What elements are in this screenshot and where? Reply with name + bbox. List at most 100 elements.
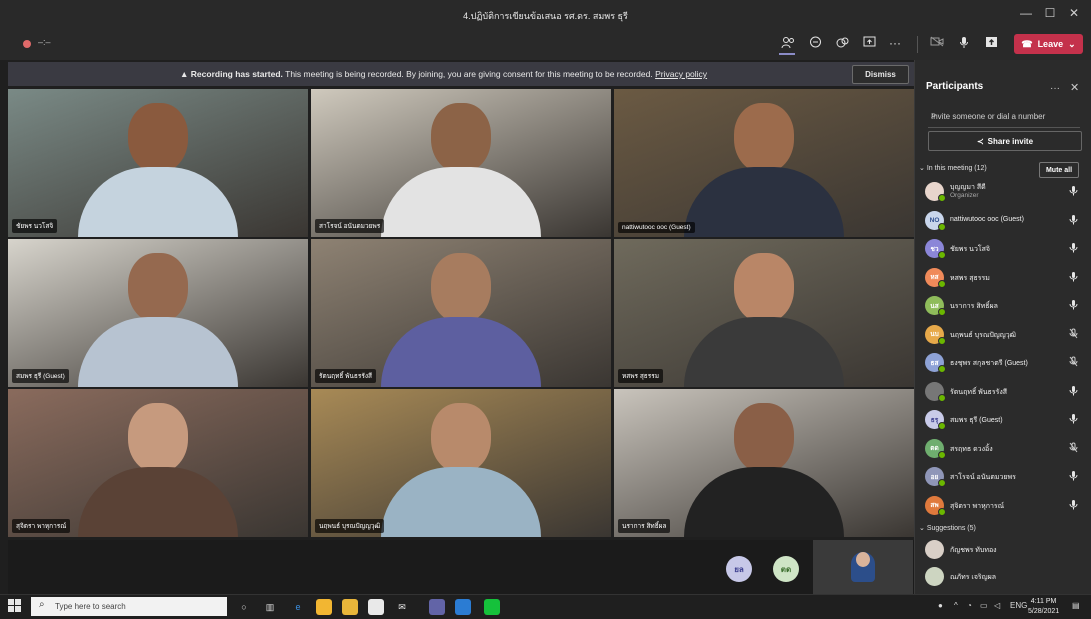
- participants-active-indicator: [779, 53, 795, 55]
- avatar: อย: [925, 467, 946, 487]
- chat-icon[interactable]: [806, 36, 824, 52]
- suggestion-row[interactable]: กัญชพร ทับทอง: [924, 537, 1084, 563]
- system-clock[interactable]: 4:11 PM 5/28/2021: [1028, 597, 1059, 617]
- microphone-icon[interactable]: [1069, 271, 1078, 284]
- suggestions-header[interactable]: ⌄ Suggestions (5): [919, 524, 976, 532]
- participant-row[interactable]: ตด สรฤทธ ดวงอิ้ง: [924, 436, 1084, 462]
- suggestion-name: ณภัทร เจริญผล: [950, 574, 997, 581]
- tile-name-label: รัตนฤทธิ์ พันธรรังสี: [315, 369, 376, 383]
- maximize-button[interactable]: ☐: [1040, 6, 1060, 20]
- dismiss-button[interactable]: Dismiss: [852, 65, 909, 84]
- suggestion-row[interactable]: ณภัทร เจริญผล: [924, 564, 1084, 590]
- body-shape: [684, 317, 844, 387]
- participant-row[interactable]: NO nattiwutooc ooc (Guest): [924, 208, 1084, 234]
- taskbar-search-input[interactable]: ⌕ Type here to search: [31, 597, 227, 616]
- more-options-icon[interactable]: ···: [1050, 83, 1060, 94]
- wifi-icon[interactable]: ◔: [967, 601, 972, 610]
- participant-row[interactable]: ธส ธงชุพร สกุลชาตรี (Guest): [924, 350, 1084, 376]
- self-face: [856, 552, 870, 567]
- close-panel-button[interactable]: ✕: [1070, 81, 1079, 94]
- share-tray-icon[interactable]: [982, 36, 1000, 51]
- participant-row[interactable]: นบ นฤพนธ์ บุรณปัญญวุฒิ: [924, 322, 1084, 348]
- store-icon[interactable]: [368, 599, 384, 615]
- video-tile[interactable]: รัตนฤทธิ์ พันธรรังสี: [311, 239, 611, 387]
- language-indicator[interactable]: ENG: [1010, 601, 1027, 610]
- face-shape: [734, 103, 794, 173]
- microphone-icon[interactable]: [1069, 385, 1078, 398]
- presence-icon: [938, 507, 946, 516]
- participant-video: [684, 253, 844, 387]
- video-tile[interactable]: สมพร ธุรี (Guest): [8, 239, 308, 387]
- video-tile[interactable]: nattiwutooc ooc (Guest): [614, 89, 914, 237]
- microphone-muted-icon[interactable]: [1069, 356, 1078, 369]
- file-explorer-icon[interactable]: [342, 599, 358, 615]
- video-tile[interactable]: นฤพนธ์ บุรณปัญญวุฒิ: [311, 389, 611, 537]
- leave-button[interactable]: ☎ Leave ⌄: [1014, 34, 1083, 54]
- minimize-button[interactable]: —: [1016, 6, 1036, 20]
- video-tile[interactable]: หสพร สุธรรม: [614, 239, 914, 387]
- clock-date: 5/28/2021: [1028, 608, 1060, 615]
- avatar[interactable]: ตด: [773, 556, 799, 582]
- more-actions-icon[interactable]: ···: [886, 36, 904, 50]
- video-tile[interactable]: นราการ สิทธิ์ผล: [614, 389, 914, 537]
- microphone-muted-icon[interactable]: [1069, 328, 1078, 341]
- avatar[interactable]: ยล: [726, 556, 752, 582]
- participant-video: [684, 403, 844, 537]
- chrome-icon[interactable]: [316, 599, 332, 615]
- microphone-icon[interactable]: [1069, 242, 1078, 255]
- microphone-icon[interactable]: [1069, 499, 1078, 512]
- participant-row[interactable]: บุญญมา สีดี Organizer: [924, 179, 1084, 205]
- presence-icon: [938, 222, 946, 231]
- notifications-icon[interactable]: ▤: [1072, 601, 1080, 610]
- reactions-icon[interactable]: [833, 36, 851, 52]
- word-icon[interactable]: [455, 599, 471, 615]
- participant-row[interactable]: หส หสพร สุธรรม: [924, 265, 1084, 291]
- search-icon[interactable]: ⌕: [931, 110, 1078, 121]
- participant-video: [78, 253, 238, 387]
- video-tile[interactable]: สาโรจน์ อนันตมวยพร: [311, 89, 611, 237]
- microphone-muted-icon[interactable]: [1069, 442, 1078, 455]
- window-title: 4.ปฏิบัติการเขียนข้อเสนอ รศ.ดร. สมพร ธุร…: [463, 11, 628, 21]
- tray-app-icon[interactable]: ●: [938, 601, 943, 610]
- share-invite-button[interactable]: ≺ Share invite: [928, 131, 1082, 151]
- video-tile[interactable]: ชัยพร นวโสจิ: [8, 89, 308, 237]
- avatar: นบ: [925, 324, 946, 345]
- cortana-icon[interactable]: ○: [236, 599, 252, 615]
- participant-row[interactable]: ธรุ สมพร ธุรี (Guest): [924, 407, 1084, 433]
- avatar: สพ: [925, 495, 946, 516]
- banner-message: This meeting is being recorded. By joini…: [285, 69, 653, 79]
- participant-row[interactable]: นส นราการ สิทธิ์ผล: [924, 293, 1084, 319]
- microphone-icon[interactable]: [1069, 413, 1078, 426]
- participants-icon[interactable]: [779, 36, 797, 52]
- avatar: [925, 381, 946, 402]
- microphone-icon[interactable]: [955, 36, 973, 52]
- privacy-policy-link[interactable]: Privacy policy: [655, 69, 707, 79]
- camera-off-icon[interactable]: [928, 36, 946, 50]
- microphone-icon[interactable]: [1069, 299, 1078, 312]
- windows-start-icon[interactable]: [8, 599, 22, 613]
- close-window-button[interactable]: ✕: [1064, 6, 1084, 20]
- invite-input[interactable]: Invite someone or dial a number ⌕: [928, 109, 1080, 128]
- line-icon[interactable]: [484, 599, 500, 615]
- participant-row[interactable]: สพ สุจิตรา พาหุการณ์: [924, 493, 1084, 519]
- task-view-icon[interactable]: ▥: [262, 599, 278, 615]
- video-tile[interactable]: สุจิตรา พาหุการณ์: [8, 389, 308, 537]
- mail-icon[interactable]: ✉: [394, 599, 410, 615]
- microphone-icon[interactable]: [1069, 470, 1078, 483]
- mute-all-button[interactable]: Mute all: [1039, 162, 1079, 178]
- edge-icon[interactable]: e: [290, 599, 306, 615]
- microphone-icon[interactable]: [1069, 214, 1078, 227]
- in-meeting-header[interactable]: ⌄ In this meeting (12): [919, 164, 987, 172]
- self-video-preview[interactable]: [813, 540, 913, 594]
- participant-row[interactable]: อย สาโรจน์ อนันตมวยพร: [924, 464, 1084, 490]
- body-shape: [684, 167, 844, 237]
- teams-icon[interactable]: [429, 599, 445, 615]
- chevron-down-icon[interactable]: ⌄: [1068, 39, 1076, 50]
- network-icon[interactable]: ▭: [980, 601, 988, 610]
- volume-icon[interactable]: ◁: [994, 601, 1000, 610]
- share-screen-icon[interactable]: [860, 36, 878, 51]
- show-hidden-icons-icon[interactable]: ^: [954, 601, 958, 610]
- microphone-icon[interactable]: [1069, 185, 1078, 198]
- participant-row[interactable]: รัตนฤทธิ์ พันธรรังสี: [924, 379, 1084, 405]
- participant-row[interactable]: ชว ชัยพร นวโสจิ: [924, 236, 1084, 262]
